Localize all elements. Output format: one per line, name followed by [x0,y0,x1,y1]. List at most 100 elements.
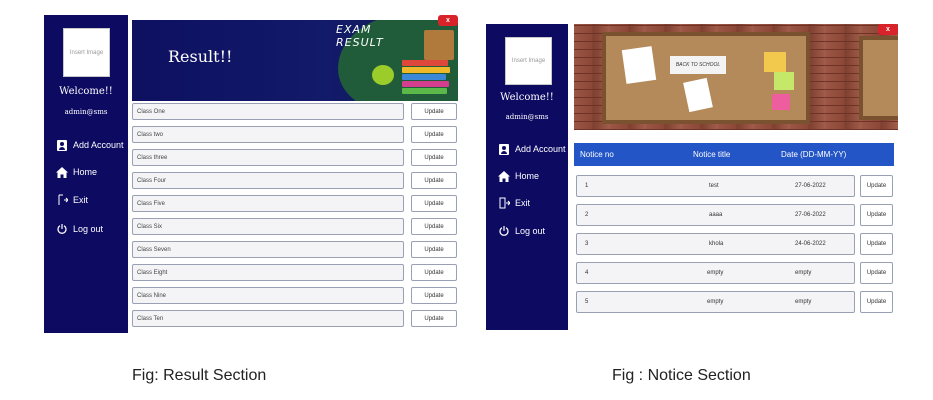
user-icon [498,143,510,155]
notice-banner: BACK TO SCHOOL [574,24,898,130]
notice-row-field[interactable]: 5 empty empty [576,291,855,313]
header-notice-no: Notice no [580,150,614,159]
notice-title-cell: aaaa [709,212,723,218]
notice-date-cell: 27-06-2022 [795,212,826,218]
update-button[interactable]: Update [860,233,893,255]
nav-home[interactable]: Home [56,166,97,178]
power-icon [56,223,68,235]
notice-section-window: Insert Image Welcome!! admin@sms Add Acc… [486,24,898,330]
nav-label: Add Account [73,140,124,150]
notice-row-field[interactable]: 3 khola 24-06-2022 [576,233,855,255]
list-item: Class Ten Update [132,310,458,328]
update-button[interactable]: Update [411,149,457,166]
nav-add-account[interactable]: Add Account [56,139,124,151]
list-item: Class Eight Update [132,264,458,282]
nav-label: Home [73,167,98,177]
update-button[interactable]: Update [860,291,893,313]
list-item: Class Six Update [132,218,458,236]
nav-logout[interactable]: Log out [56,223,103,235]
table-row: 3 khola 24-06-2022 Update [576,233,894,256]
notice-title-cell: khola [709,241,724,247]
nav-label: Log out [515,226,546,236]
close-button[interactable]: x [438,15,458,26]
table-row: 4 empty empty Update [576,262,894,285]
home-icon [56,166,68,178]
notice-date-cell: empty [795,299,812,305]
user-icon [56,139,68,151]
pencil-cup-graphic [424,30,454,60]
table-row: 5 empty empty Update [576,291,894,314]
exit-icon [498,197,510,209]
notice-row-field[interactable]: 4 empty empty [576,262,855,284]
class-field[interactable]: Class two [132,126,404,143]
sticky-note-graphic [764,52,786,72]
list-item: Class Five Update [132,195,458,213]
notice-title-cell: test [709,183,719,189]
list-item: Class Seven Update [132,241,458,259]
class-field[interactable]: Class Seven [132,241,404,258]
class-field[interactable]: Class Five [132,195,404,212]
power-icon [498,225,510,237]
class-field[interactable]: Class Four [132,172,404,189]
class-field[interactable]: Class Nine [132,287,404,304]
notice-no-cell: 4 [585,270,589,276]
profile-image-placeholder[interactable]: Insert Image [63,28,110,77]
notice-row-field[interactable]: 1 test 27-06-2022 [576,175,855,197]
nav-label: Exit [73,195,89,205]
notice-title-cell: empty [707,299,724,305]
caption-result-section: Fig: Result Section [132,367,267,384]
update-button[interactable]: Update [411,310,457,327]
sidebar: Insert Image Welcome!! admin@sms Add Acc… [486,24,568,330]
nav-label: Home [515,171,540,181]
profile-image-placeholder[interactable]: Insert Image [505,37,552,85]
update-button[interactable]: Update [411,218,457,235]
banner-title: Result!! [168,47,233,66]
sidebar: Insert Image Welcome!! admin@sms Add Acc… [44,15,128,333]
books-graphic [402,60,452,98]
home-icon [498,170,510,182]
notice-date-cell: 27-06-2022 [795,183,826,189]
notice-title-cell: empty [707,270,724,276]
header-date: Date (DD-MM-YY) [781,150,847,159]
list-item: Class three Update [132,149,458,167]
notice-no-cell: 5 [585,299,589,305]
nav-add-account[interactable]: Add Account [498,143,566,155]
list-item: Class One Update [132,103,458,121]
update-button[interactable]: Update [411,241,457,258]
update-button[interactable]: Update [860,175,893,197]
header-notice-title: Notice title [693,150,731,159]
banner-exam-line2: RESULT [336,36,384,49]
class-field[interactable]: Class Eight [132,264,404,281]
sticky-note-graphic [772,94,790,110]
nav-exit[interactable]: Exit [498,197,530,209]
notice-row-field[interactable]: 2 aaaa 27-06-2022 [576,204,855,226]
nav-home[interactable]: Home [498,170,539,182]
caption-notice-section: Fig : Notice Section [612,367,751,384]
nav-label: Add Account [515,144,566,154]
nav-label: Log out [73,224,104,234]
update-button[interactable]: Update [860,204,893,226]
welcome-text: Welcome!! [500,92,554,103]
update-button[interactable]: Update [411,195,457,212]
update-button[interactable]: Update [411,172,457,189]
back-to-school-note: BACK TO SCHOOL [670,56,726,74]
class-field[interactable]: Class Ten [132,310,404,327]
class-field[interactable]: Class One [132,103,404,120]
cork-board-graphic [859,36,898,120]
notice-table-header: Notice no Notice title Date (DD-MM-YY) [574,143,894,166]
update-button[interactable]: Update [411,264,457,281]
notice-no-cell: 1 [585,183,589,189]
update-button[interactable]: Update [411,103,457,120]
update-button[interactable]: Update [860,262,893,284]
table-row: 1 test 27-06-2022 Update [576,175,894,198]
notice-date-cell: empty [795,270,812,276]
close-button[interactable]: x [878,24,898,35]
update-button[interactable]: Update [411,287,457,304]
notice-main: BACK TO SCHOOL x Notice no Notice title … [574,24,898,330]
update-button[interactable]: Update [411,126,457,143]
class-field[interactable]: Class Six [132,218,404,235]
class-field[interactable]: Class three [132,149,404,166]
nav-logout[interactable]: Log out [498,225,545,237]
nav-exit[interactable]: Exit [56,194,88,206]
notice-no-cell: 3 [585,241,589,247]
